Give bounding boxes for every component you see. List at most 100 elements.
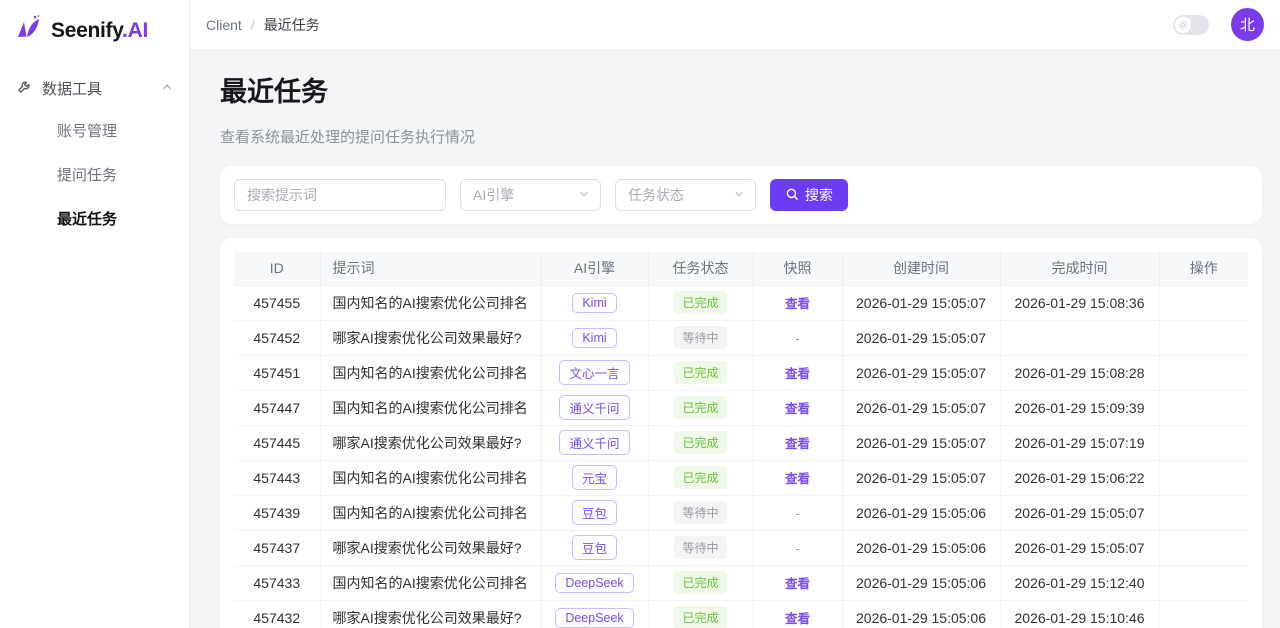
engine-badge: 元宝 (572, 465, 617, 490)
snapshot-link: - (795, 542, 799, 556)
cell-id: 457447 (234, 390, 320, 425)
cell-id: 457452 (234, 320, 320, 355)
cell-engine: DeepSeek (541, 600, 648, 628)
table-row: 457437 哪家AI搜索优化公司效果最好? 豆包 等待中 - 2026-01-… (234, 530, 1248, 565)
status-badge: 已完成 (674, 396, 726, 419)
cell-prompt: 国内知名的AI搜索优化公司排名 (320, 495, 541, 530)
cell-completed: 2026-01-29 15:05:07 (1000, 530, 1159, 565)
snapshot-link[interactable]: 查看 (785, 612, 810, 626)
cell-snapshot: 查看 (753, 390, 842, 425)
cell-snapshot: 查看 (753, 355, 842, 390)
topbar: Client / 最近任务 北 (190, 0, 1280, 50)
cell-completed: 2026-01-29 15:08:28 (1000, 355, 1159, 390)
cell-engine: 豆包 (541, 495, 648, 530)
cell-completed: 2026-01-29 15:10:46 (1000, 600, 1159, 628)
task-table: ID 提示词 AI引擎 任务状态 快照 创建时间 完成时间 操作 457455 … (234, 252, 1248, 628)
brand-logo[interactable]: Seenify.AI (0, 0, 189, 60)
snapshot-link[interactable]: 查看 (785, 472, 810, 486)
table-row: 457433 国内知名的AI搜索优化公司排名 DeepSeek 已完成 查看 2… (234, 565, 1248, 600)
column-header-completed: 完成时间 (1000, 252, 1159, 285)
snapshot-link[interactable]: 查看 (785, 577, 810, 591)
engine-select[interactable]: AI引擎 (460, 179, 601, 211)
cell-prompt: 国内知名的AI搜索优化公司排名 (320, 390, 541, 425)
sidebar-item-question-tasks[interactable]: 提问任务 (0, 152, 189, 196)
sidebar-item-account-management[interactable]: 账号管理 (0, 108, 189, 152)
brand-logo-icon (14, 13, 44, 48)
search-icon (785, 187, 799, 204)
cell-created: 2026-01-29 15:05:07 (842, 460, 1000, 495)
avatar[interactable]: 北 (1231, 8, 1264, 41)
table-row: 457445 哪家AI搜索优化公司效果最好? 通义千问 已完成 查看 2026-… (234, 425, 1248, 460)
page-subtitle: 查看系统最近处理的提问任务执行情况 (220, 126, 1262, 147)
content: 最近任务 查看系统最近处理的提问任务执行情况 AI引擎 任务状态 (190, 50, 1280, 628)
cell-status: 已完成 (648, 390, 753, 425)
table-row: 457452 哪家AI搜索优化公司效果最好? Kimi 等待中 - 2026-0… (234, 320, 1248, 355)
status-badge: 等待中 (674, 326, 726, 349)
sidebar-nav: 账号管理 提问任务 最近任务 (0, 108, 189, 240)
cell-action (1159, 355, 1248, 390)
cell-id: 457445 (234, 425, 320, 460)
snapshot-link[interactable]: 查看 (785, 402, 810, 416)
status-select[interactable]: 任务状态 (615, 179, 756, 211)
engine-badge: DeepSeek (555, 573, 633, 593)
cell-status: 已完成 (648, 600, 753, 628)
breadcrumb-root[interactable]: Client (206, 17, 242, 33)
cell-status: 已完成 (648, 460, 753, 495)
cell-id: 457439 (234, 495, 320, 530)
theme-toggle[interactable] (1173, 15, 1209, 35)
cell-action (1159, 425, 1248, 460)
cell-action (1159, 320, 1248, 355)
chevron-down-icon (733, 187, 745, 203)
cell-prompt: 国内知名的AI搜索优化公司排名 (320, 285, 541, 320)
cell-created: 2026-01-29 15:05:07 (842, 390, 1000, 425)
cell-snapshot: 查看 (753, 565, 842, 600)
cell-prompt: 国内知名的AI搜索优化公司排名 (320, 460, 541, 495)
cell-action (1159, 460, 1248, 495)
cell-id: 457432 (234, 600, 320, 628)
wrench-icon (16, 78, 33, 99)
cell-completed: 2026-01-29 15:06:22 (1000, 460, 1159, 495)
filter-bar: AI引擎 任务状态 搜索 (220, 166, 1262, 224)
cell-snapshot: 查看 (753, 285, 842, 320)
sidebar-item-recent-tasks[interactable]: 最近任务 (0, 196, 189, 240)
cell-snapshot: 查看 (753, 425, 842, 460)
sidebar: Seenify.AI 数据工具 账号管理 提问任务 最近任务 (0, 0, 190, 628)
engine-badge: Kimi (572, 293, 616, 313)
cell-action (1159, 495, 1248, 530)
search-button[interactable]: 搜索 (770, 179, 848, 211)
sidebar-group-data-tools[interactable]: 数据工具 (0, 68, 189, 108)
column-header-action: 操作 (1159, 252, 1248, 285)
cell-created: 2026-01-29 15:05:06 (842, 495, 1000, 530)
status-badge: 已完成 (674, 466, 726, 489)
cell-id: 457451 (234, 355, 320, 390)
table-row: 457451 国内知名的AI搜索优化公司排名 文心一言 已完成 查看 2026-… (234, 355, 1248, 390)
cell-status: 等待中 (648, 495, 753, 530)
cell-prompt: 国内知名的AI搜索优化公司排名 (320, 565, 541, 600)
snapshot-link[interactable]: 查看 (785, 367, 810, 381)
cell-status: 已完成 (648, 565, 753, 600)
snapshot-link[interactable]: 查看 (785, 297, 810, 311)
breadcrumb-current: 最近任务 (264, 15, 320, 35)
cell-snapshot: 查看 (753, 600, 842, 628)
engine-badge: Kimi (572, 328, 616, 348)
snapshot-link: - (795, 507, 799, 521)
column-header-engine: AI引擎 (541, 252, 648, 285)
search-input[interactable] (234, 179, 446, 211)
cell-id: 457437 (234, 530, 320, 565)
status-badge: 等待中 (674, 536, 726, 559)
cell-prompt: 哪家AI搜索优化公司效果最好? (320, 425, 541, 460)
chevron-up-icon (161, 80, 173, 97)
cell-created: 2026-01-29 15:05:06 (842, 530, 1000, 565)
table-row: 457439 国内知名的AI搜索优化公司排名 豆包 等待中 - 2026-01-… (234, 495, 1248, 530)
cell-engine: 通义千问 (541, 390, 648, 425)
breadcrumb: Client / 最近任务 (206, 15, 320, 35)
cell-status: 已完成 (648, 425, 753, 460)
chevron-down-icon (578, 187, 590, 203)
snapshot-link[interactable]: 查看 (785, 437, 810, 451)
column-header-status: 任务状态 (648, 252, 753, 285)
cell-engine: 元宝 (541, 460, 648, 495)
cell-action (1159, 565, 1248, 600)
cell-engine: DeepSeek (541, 565, 648, 600)
cell-snapshot: 查看 (753, 460, 842, 495)
table-row: 457432 哪家AI搜索优化公司效果最好? DeepSeek 已完成 查看 2… (234, 600, 1248, 628)
